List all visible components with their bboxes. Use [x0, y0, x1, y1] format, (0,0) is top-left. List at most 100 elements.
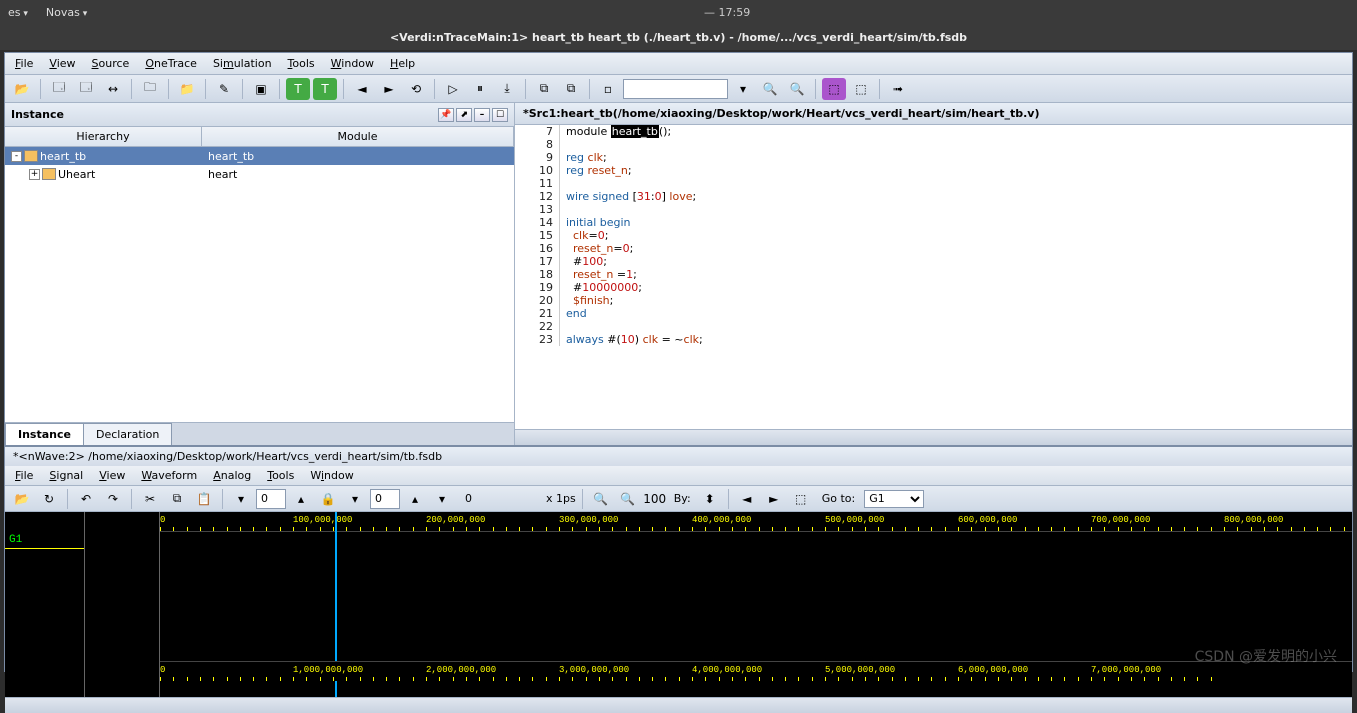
paste-icon[interactable]: ⧉ — [559, 78, 583, 100]
tab-declaration[interactable]: Declaration — [83, 423, 172, 445]
wave-title: *<nWave:2> /home/xiaoxing/Desktop/work/H… — [5, 447, 1352, 466]
tree-body: -heart_tbheart_tb+Uheartheart — [5, 147, 514, 422]
window-titlebar: <Verdi:nTraceMain:1> heart_tb heart_tb (… — [0, 24, 1357, 50]
tree-row[interactable]: +Uheartheart — [5, 165, 514, 183]
forward-icon[interactable]: ► — [377, 78, 401, 100]
tool-icon[interactable]: ⬚ — [789, 488, 813, 510]
tool-icon[interactable]: ↔ — [101, 78, 125, 100]
tool-green-icon[interactable]: T — [313, 78, 337, 100]
menu-help[interactable]: Help — [390, 57, 415, 70]
menu-file[interactable]: File — [15, 57, 33, 70]
maximize-icon[interactable]: ☐ — [492, 108, 508, 122]
app-window: File View Source OneTrace Simulation Too… — [4, 52, 1353, 672]
zoom100-icon[interactable]: 100 — [643, 488, 667, 510]
wmenu-analog[interactable]: Analog — [213, 469, 251, 482]
spin-up-icon[interactable]: ▴ — [403, 488, 427, 510]
tool-icon[interactable]: ⬚ — [822, 78, 846, 100]
instance-tabs: Instance Declaration — [5, 422, 514, 445]
zoomin-icon[interactable]: 🔍 — [616, 488, 640, 510]
copy-icon[interactable]: ⧉ — [165, 488, 189, 510]
folder-icon[interactable]: 📁 — [175, 78, 199, 100]
wmenu-view[interactable]: View — [99, 469, 125, 482]
wmenu-signal[interactable]: Signal — [49, 469, 83, 482]
tree-row[interactable]: -heart_tbheart_tb — [5, 147, 514, 165]
back-icon[interactable]: ◄ — [350, 78, 374, 100]
copy-icon[interactable]: ⧉ — [532, 78, 556, 100]
waveform-area[interactable]: 0100,000,000200,000,000300,000,000400,00… — [160, 512, 1352, 697]
wave-pane: *<nWave:2> /home/xiaoxing/Desktop/work/H… — [5, 445, 1352, 713]
wmenu-window[interactable]: Window — [310, 469, 353, 482]
spin-up-icon[interactable]: ▴ — [289, 488, 313, 510]
step-icon[interactable]: ⤓ — [495, 78, 519, 100]
lock-icon[interactable]: 🔒 — [316, 488, 340, 510]
source-title: *Src1:heart_tb(/home/xiaoxing/Desktop/wo… — [515, 103, 1352, 125]
source-pane: *Src1:heart_tb(/home/xiaoxing/Desktop/wo… — [515, 103, 1352, 445]
menu-view[interactable]: View — [49, 57, 75, 70]
reload-icon[interactable]: ↻ — [37, 488, 61, 510]
undo-icon[interactable]: ↶ — [74, 488, 98, 510]
tool-icon[interactable]: 🗀 — [138, 78, 162, 100]
desktop-menu-novas[interactable]: Novas — [46, 6, 87, 19]
tool-icon[interactable]: 🗔 — [74, 78, 98, 100]
pin-icon[interactable]: 📌 — [438, 108, 454, 122]
goto-select[interactable]: G1 — [864, 490, 924, 508]
time-ruler-bottom: 01,000,000,0002,000,000,0003,000,000,000… — [160, 661, 1352, 681]
wmenu-waveform[interactable]: Waveform — [141, 469, 197, 482]
code-area[interactable]: 7module heart_tb();89reg clk;10reg reset… — [515, 125, 1352, 429]
col-hierarchy[interactable]: Hierarchy — [5, 127, 202, 146]
tool-icon[interactable]: 🗔 — [47, 78, 71, 100]
open-icon[interactable]: 📂 — [10, 488, 34, 510]
instance-pane-title: Instance — [11, 108, 64, 121]
col-module[interactable]: Module — [202, 127, 514, 146]
spin-down-icon[interactable]: ▾ — [343, 488, 367, 510]
prev-icon[interactable]: ◄ — [735, 488, 759, 510]
desktop-clock: — 17:59 — [704, 6, 750, 19]
wmenu-file[interactable]: File — [15, 469, 33, 482]
wave-menubar: File Signal View Waveform Analog Tools W… — [5, 466, 1352, 486]
dropdown-icon[interactable]: ▾ — [731, 78, 755, 100]
hscrollbar[interactable] — [515, 429, 1352, 445]
signal-g1[interactable]: G1 — [5, 532, 84, 549]
desktop-menu-es[interactable]: es — [8, 6, 28, 19]
tab-instance[interactable]: Instance — [5, 423, 84, 445]
menu-source[interactable]: Source — [92, 57, 130, 70]
signal-column[interactable]: G1 — [5, 512, 85, 697]
spin-value[interactable] — [370, 489, 400, 509]
search-input[interactable] — [623, 79, 728, 99]
menu-onetrace[interactable]: OneTrace — [145, 57, 197, 70]
time-ruler-top: 0100,000,000200,000,000300,000,000400,00… — [160, 512, 1352, 532]
spin-down-icon[interactable]: ▾ — [430, 488, 454, 510]
open-icon[interactable]: 📂 — [10, 78, 34, 100]
cut-icon[interactable]: ✂ — [138, 488, 162, 510]
wmenu-tools[interactable]: Tools — [267, 469, 294, 482]
spin-value: 0 — [457, 492, 480, 505]
play-icon[interactable]: ▷ — [441, 78, 465, 100]
redo-icon[interactable]: ↷ — [101, 488, 125, 510]
tool-green-icon[interactable]: T — [286, 78, 310, 100]
tool-icon[interactable]: ⬚ — [849, 78, 873, 100]
next-icon[interactable]: ► — [762, 488, 786, 510]
value-column[interactable] — [85, 512, 160, 697]
tool-icon[interactable]: ▫ — [596, 78, 620, 100]
edit-icon[interactable]: ✎ — [212, 78, 236, 100]
tool-icon[interactable]: ➟ — [886, 78, 910, 100]
wave-hscroll[interactable] — [5, 697, 1352, 713]
find-next-icon[interactable]: 🔍 — [785, 78, 809, 100]
search-icon[interactable]: 🔍 — [758, 78, 782, 100]
zoomout-icon[interactable]: 🔍 — [589, 488, 613, 510]
menu-window[interactable]: Window — [331, 57, 374, 70]
by-label: By: — [670, 492, 695, 505]
spin-value[interactable] — [256, 489, 286, 509]
wave-content: G1 0100,000,000200,000,000300,000,000400… — [5, 512, 1352, 697]
paste-icon[interactable]: 📋 — [192, 488, 216, 510]
undock-icon[interactable]: ⬈ — [456, 108, 472, 122]
menu-tools[interactable]: Tools — [288, 57, 315, 70]
tool-icon[interactable]: ▣ — [249, 78, 273, 100]
cursor-icon[interactable]: ⬍ — [698, 488, 722, 510]
minimize-icon[interactable]: – — [474, 108, 490, 122]
menu-simulation[interactable]: Simulation — [213, 57, 272, 70]
pause-icon[interactable]: ⏸ — [468, 78, 492, 100]
last-icon[interactable]: ⟲ — [404, 78, 428, 100]
spin-down-icon[interactable]: ▾ — [229, 488, 253, 510]
wave-toolbar: 📂 ↻ ↶ ↷ ✂ ⧉ 📋 ▾ ▴ 🔒 ▾ ▴ ▾ 0 x 1ps 🔍 🔍 10… — [5, 486, 1352, 512]
